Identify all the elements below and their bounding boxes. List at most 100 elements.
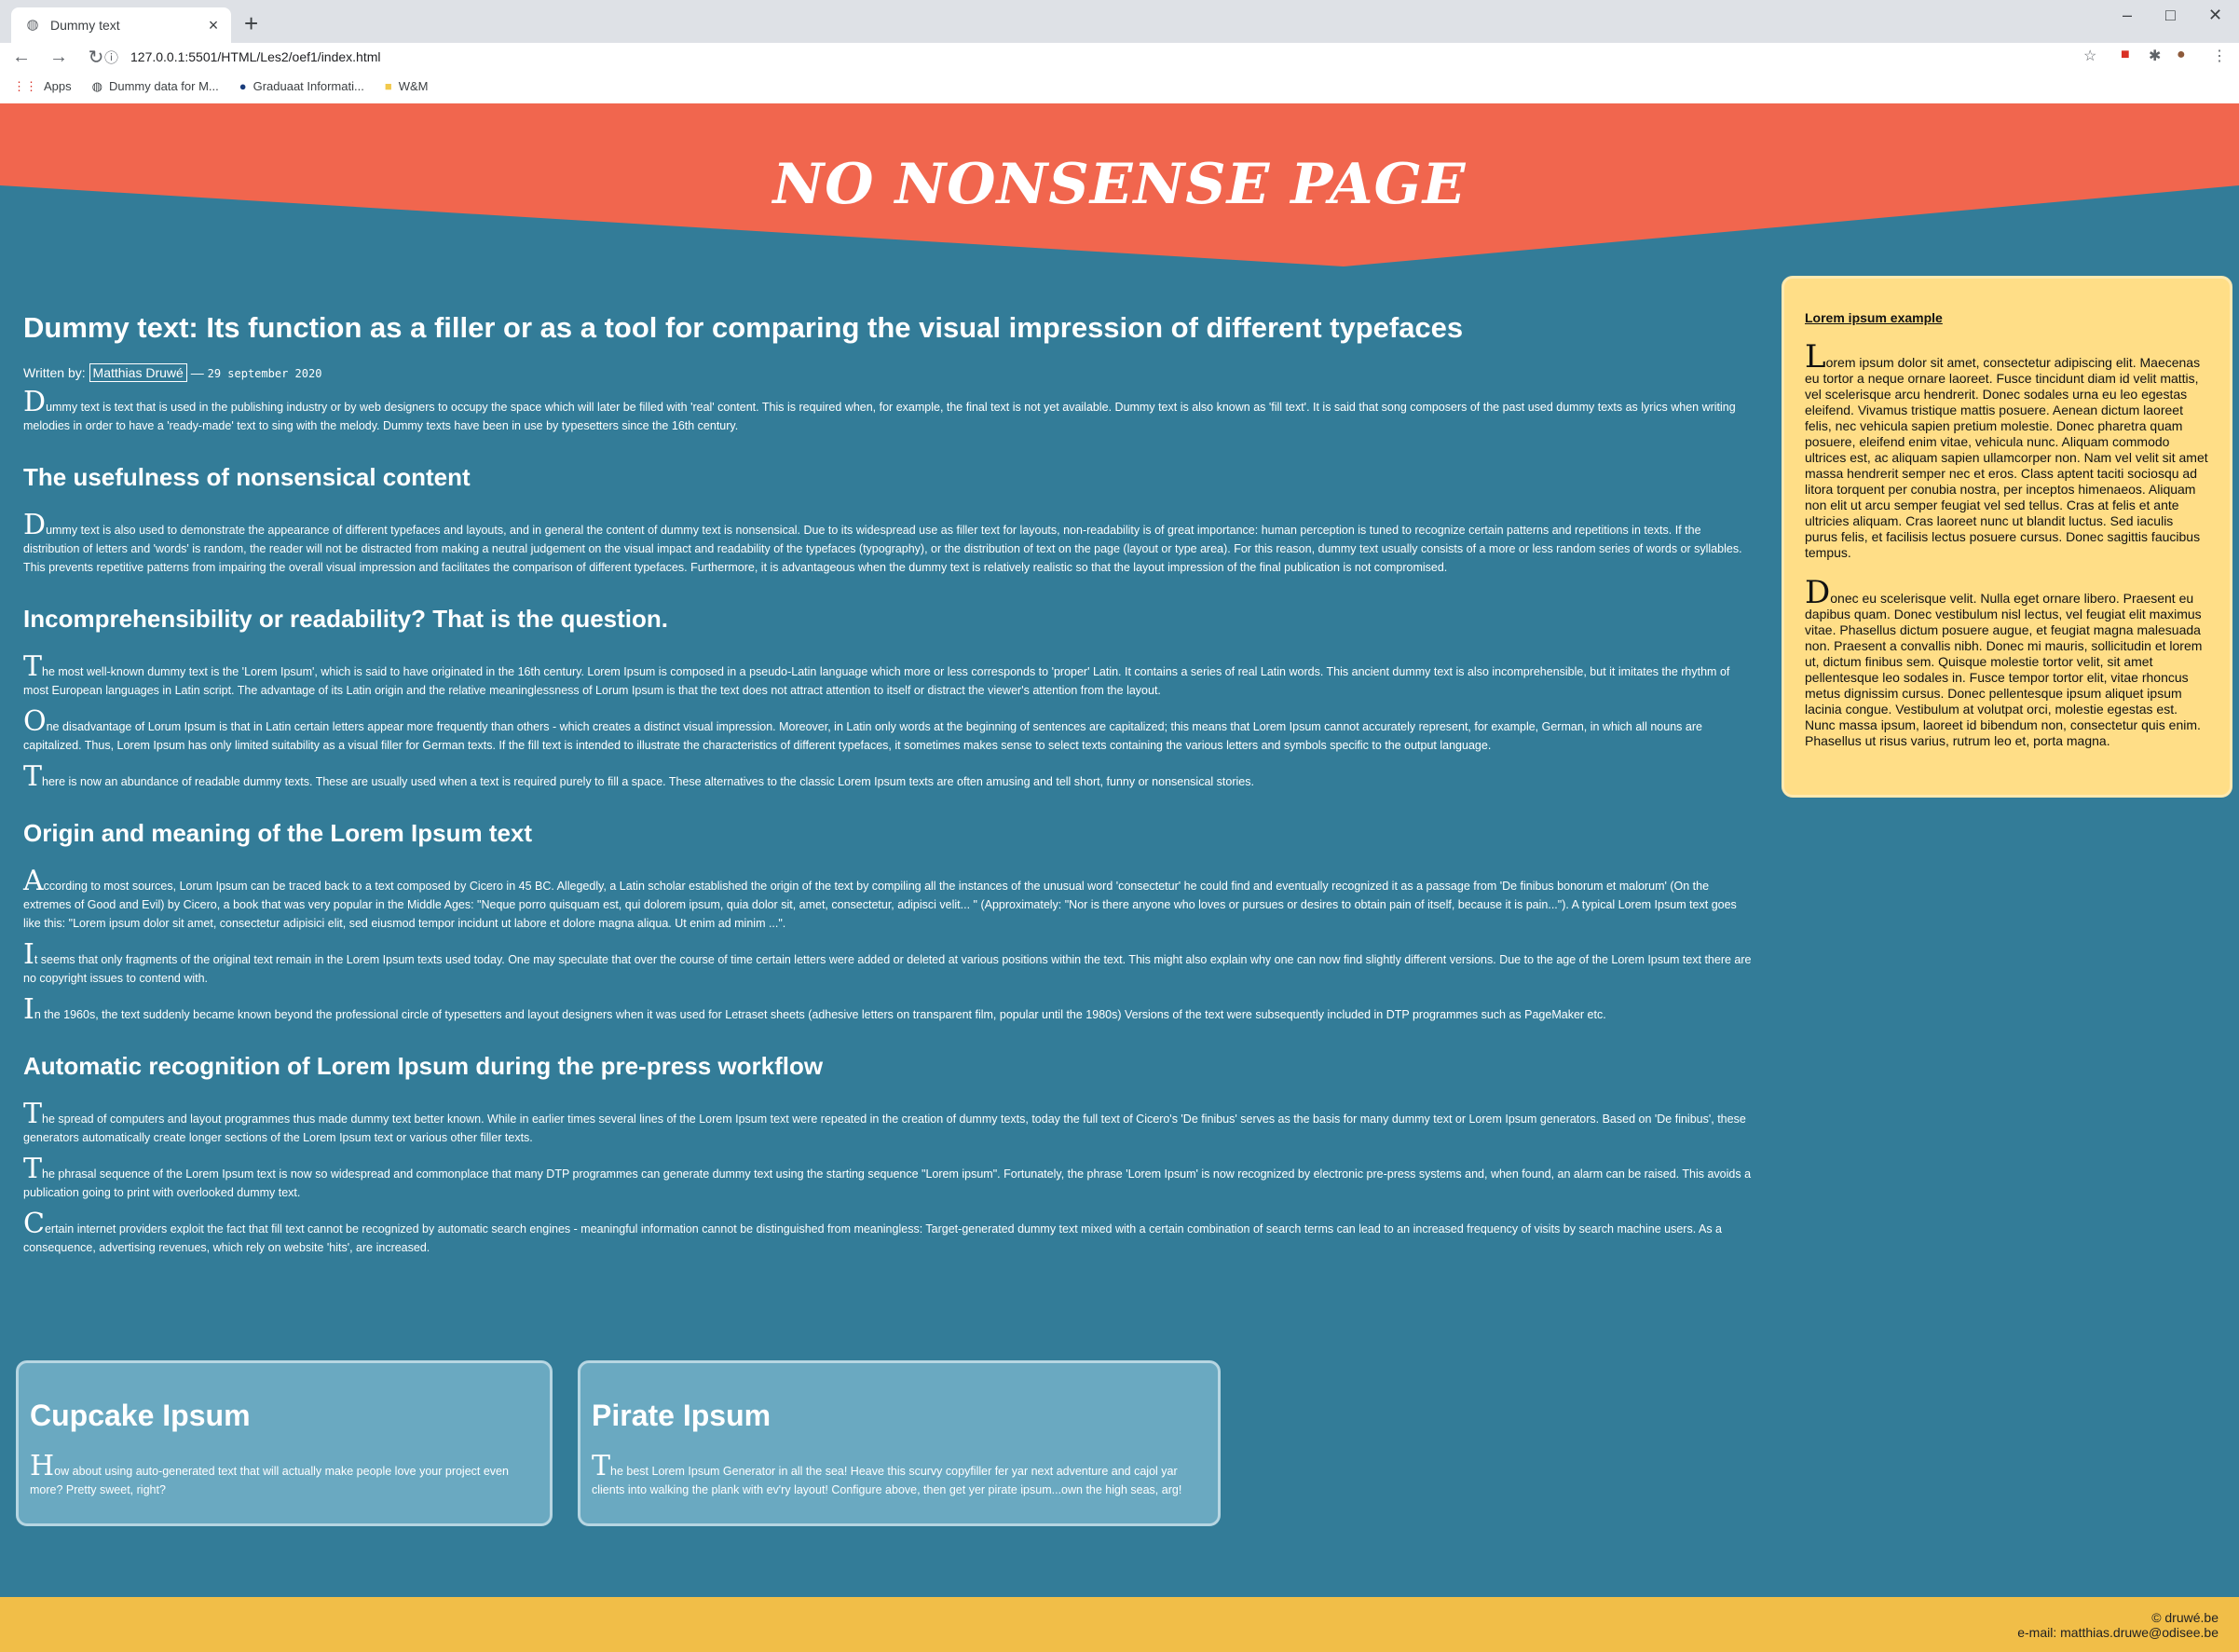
forward-icon[interactable]: → (47, 47, 71, 68)
card-cupcake-ipsum: Cupcake Ipsum How about using auto-gener… (16, 1360, 553, 1526)
bookmark-label: Apps (44, 79, 72, 93)
bookmark-folder[interactable]: ■ W&M (385, 79, 429, 93)
page-header: NO NONSENSE PAGE (0, 103, 2239, 266)
close-window-icon[interactable]: ✕ (2208, 6, 2222, 25)
globe-icon: ◍ (26, 17, 39, 33)
paragraph: Certain internet providers exploit the f… (23, 1210, 1752, 1257)
url-text: 127.0.0.1:5501/HTML/Les2/oef1/index.html (130, 49, 381, 64)
bookmark-apps[interactable]: ⋮⋮ Apps (13, 79, 72, 94)
new-tab-icon[interactable]: + (244, 9, 258, 38)
tab-title: Dummy text (50, 18, 120, 33)
bookmark-label: W&M (398, 79, 429, 93)
byline: Written by: Matthias Druwé — 29 septembe… (23, 363, 1752, 382)
drop-cap: L (1805, 338, 1826, 375)
paragraph: Dummy text is also used to demonstrate t… (23, 512, 1752, 577)
paragraph-text: t seems that only fragments of the origi… (23, 953, 1752, 985)
footer-email: e-mail: matthias.druwe@odisee.be (2017, 1625, 2219, 1640)
drop-cap: D (1805, 574, 1831, 611)
puzzle-icon[interactable]: ✱ (2149, 47, 2161, 65)
aside-paragraph: Donec eu scelerisque velit. Nulla eget o… (1805, 577, 2209, 749)
aside-text: onec eu scelerisque velit. Nulla eget or… (1805, 591, 2203, 748)
paragraph-text: n the 1960s, the text suddenly became kn… (34, 1008, 1606, 1021)
paragraph-text: ummy text is also used to demonstrate th… (23, 524, 1742, 574)
page-footer: © druwé.be e-mail: matthias.druwe@odisee… (0, 1597, 2239, 1652)
drop-cap: I (23, 993, 34, 1026)
tab-strip: ◍ Dummy text × + – □ ✕ (0, 0, 2239, 43)
aside-text: orem ipsum dolor sit amet, consectetur a… (1805, 355, 2208, 560)
bookmark-label: Graduaat Informati... (253, 79, 364, 93)
author-link[interactable]: Matthias Druwé (89, 363, 187, 382)
card-title: Pirate Ipsum (592, 1399, 771, 1432)
extension-icon[interactable]: ■ (2121, 47, 2130, 63)
paragraph-text: ccording to most sources, Lorum Ipsum ca… (23, 880, 1737, 930)
paragraph: It seems that only fragments of the orig… (23, 941, 1752, 988)
card-text: How about using auto-generated text that… (30, 1453, 539, 1499)
paragraph: The most well-known dummy text is the 'L… (23, 653, 1752, 700)
browser-toolbar: ← → ↻ ⓘ 127.0.0.1:5501/HTML/Les2/oef1/in… (0, 43, 2239, 71)
card-body: he best Lorem Ipsum Generator in all the… (592, 1465, 1182, 1496)
drop-cap: O (23, 705, 47, 738)
aside-title: Lorem ipsum example (1805, 310, 1943, 325)
paragraph: The phrasal sequence of the Lorem Ipsum … (23, 1155, 1752, 1202)
drop-cap: A (23, 865, 44, 897)
paragraph-text: he phrasal sequence of the Lorem Ipsum t… (23, 1167, 1752, 1199)
card-text: The best Lorem Ipsum Generator in all th… (592, 1453, 1207, 1499)
drop-cap: T (23, 760, 43, 793)
paragraph-text: he most well-known dummy text is the 'Lo… (23, 665, 1730, 697)
paragraph: There is now an abundance of readable du… (23, 763, 1752, 791)
bookmark-graduaat[interactable]: ● Graduaat Informati... (239, 79, 364, 93)
section-heading: Automatic recognition of Lorem Ipsum dur… (23, 1052, 824, 1080)
section-heading: The usefulness of nonsensical content (23, 463, 471, 491)
drop-cap: C (23, 1208, 45, 1240)
card-pirate-ipsum: Pirate Ipsum The best Lorem Ipsum Genera… (578, 1360, 1221, 1526)
section-heading: Incomprehensibility or readability? That… (23, 605, 668, 633)
folder-icon: ■ (384, 79, 392, 93)
drop-cap: D (23, 509, 47, 541)
card-body: ow about using auto-generated text that … (30, 1465, 509, 1496)
drop-cap: T (23, 650, 43, 683)
paragraph: According to most sources, Lorum Ipsum c… (23, 867, 1752, 933)
minimize-icon[interactable]: – (2123, 6, 2132, 25)
avatar[interactable]: ● (2177, 47, 2186, 63)
apps-grid-icon: ⋮⋮ (13, 78, 37, 93)
star-icon[interactable]: ☆ (2083, 47, 2096, 65)
paragraph: The spread of computers and layout progr… (23, 1100, 1752, 1147)
aside-paragraph: Lorem ipsum dolor sit amet, consectetur … (1805, 341, 2209, 561)
info-icon[interactable]: ⓘ (104, 48, 125, 67)
paragraph-text: ertain internet providers exploit the fa… (23, 1222, 1722, 1254)
paragraph-text: here is now an abundance of readable dum… (42, 775, 1254, 788)
paragraph-text: ummy text is text that is used in the pu… (23, 401, 1736, 432)
browser-chrome: ◍ Dummy text × + – □ ✕ ← → ↻ ⓘ 127.0.0.1… (0, 0, 2239, 103)
paragraph: Dummy text is text that is used in the p… (23, 389, 1752, 435)
drop-cap: T (592, 1450, 611, 1482)
drop-cap: T (23, 1153, 43, 1185)
page-title: NO NONSENSE PAGE (772, 152, 1467, 217)
menu-icon[interactable]: ⋮ (2212, 47, 2227, 65)
bookmark-dummy-data[interactable]: ◍ Dummy data for M... (92, 79, 219, 94)
drop-cap: T (23, 1098, 43, 1130)
section-heading: Origin and meaning of the Lorem Ipsum te… (23, 819, 533, 847)
bookmarks-bar: ⋮⋮ Apps ◍ Dummy data for M... ● Graduaat… (0, 75, 2239, 98)
drop-cap: I (23, 938, 34, 971)
paragraph-text: ne disadvantage of Lorum Ipsum is that i… (23, 720, 1702, 752)
drop-cap: H (30, 1450, 55, 1482)
paragraph-text: he spread of computers and layout progra… (23, 1113, 1746, 1144)
odisee-icon: ● (239, 79, 247, 93)
bookmark-label: Dummy data for M... (108, 79, 219, 93)
globe-icon: ◍ (91, 78, 102, 93)
paragraph: One disadvantage of Lorum Ipsum is that … (23, 708, 1752, 755)
browser-tab[interactable]: ◍ Dummy text × (11, 7, 231, 43)
drop-cap: D (23, 386, 47, 418)
card-title: Cupcake Ipsum (30, 1399, 251, 1432)
date-separator: — (190, 365, 204, 380)
byline-prefix: Written by: (23, 365, 86, 380)
back-icon[interactable]: ← (9, 47, 34, 68)
address-bar[interactable]: ⓘ 127.0.0.1:5501/HTML/Les2/oef1/index.ht… (104, 43, 2070, 71)
lorem-ipsum-aside: Lorem ipsum example Lorem ipsum dolor si… (1782, 276, 2232, 798)
footer-copyright: © druwé.be (2151, 1610, 2219, 1625)
publish-date: 29 september 2020 (207, 367, 322, 380)
article-title: Dummy text: Its function as a filler or … (23, 311, 1464, 344)
maximize-icon[interactable]: □ (2165, 6, 2176, 25)
close-tab-icon[interactable]: × (203, 16, 224, 35)
paragraph: In the 1960s, the text suddenly became k… (23, 996, 1752, 1024)
